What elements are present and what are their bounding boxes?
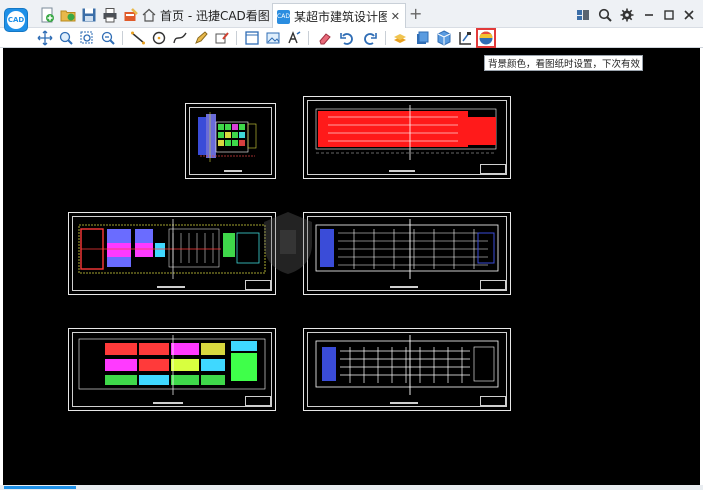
search-zoom-icon[interactable] [596, 6, 614, 24]
drawing-sheet[interactable] [303, 212, 511, 295]
tab-drawing-label: 某超市建筑设计图.... [293, 10, 387, 24]
save-icon[interactable] [80, 6, 98, 24]
print-icon[interactable] [101, 6, 119, 24]
open-file-icon[interactable] [59, 6, 77, 24]
watermark-logo [264, 212, 312, 274]
toolbar [0, 28, 703, 48]
maximize-icon[interactable] [660, 6, 678, 24]
tab-drawing[interactable]: CAD 某超市建筑设计图.... ✕ [272, 3, 406, 29]
close-icon[interactable] [680, 6, 698, 24]
floor-plan [315, 335, 499, 395]
text-edit-icon[interactable] [213, 29, 231, 47]
app-logo-text: CAD [7, 11, 25, 29]
toolbar-separator [308, 31, 309, 45]
zoom-previous-icon[interactable] [99, 29, 117, 47]
image-icon[interactable] [264, 29, 282, 47]
minimize-icon[interactable] [640, 6, 658, 24]
app-logo: CAD [4, 8, 28, 32]
drawing-sheet[interactable] [68, 328, 276, 411]
add-tab-button[interactable]: + [409, 5, 422, 23]
background-color-button[interactable] [476, 28, 496, 48]
gear-icon[interactable] [618, 6, 636, 24]
zoom-window-icon[interactable] [57, 29, 75, 47]
background-color-tooltip: 背景颜色，看图纸时设置，下次有效 [484, 55, 643, 71]
text-style-icon[interactable] [285, 29, 303, 47]
floor-plan [78, 335, 266, 395]
status-strip [0, 485, 703, 490]
undo-icon[interactable] [338, 29, 356, 47]
cad-file-icon: CAD [277, 9, 290, 24]
floor-plan [198, 112, 257, 162]
background-color-icon [479, 31, 493, 45]
pan-icon[interactable] [36, 29, 54, 47]
drawing-sheet[interactable] [185, 103, 276, 179]
screen-icon[interactable] [574, 6, 592, 24]
eraser-icon[interactable] [316, 29, 334, 47]
layer-icon[interactable] [391, 29, 409, 47]
measure-icon[interactable] [456, 29, 474, 47]
layout-icon[interactable] [243, 29, 261, 47]
line-icon[interactable] [129, 29, 147, 47]
toolbar-separator [122, 31, 123, 45]
drawing-canvas[interactable] [3, 48, 700, 485]
home-icon [142, 8, 156, 22]
toolbar-separator [236, 31, 237, 45]
redo-icon[interactable] [361, 29, 379, 47]
circle-icon[interactable] [150, 29, 168, 47]
drawing-sheet[interactable] [68, 212, 276, 295]
clear-icon[interactable] [122, 6, 140, 24]
floor-plan [315, 105, 497, 160]
floor-plan [315, 219, 499, 279]
floor-plan [78, 219, 266, 279]
toolbar-separator [385, 31, 386, 45]
tab-home[interactable]: 首页 - 迅捷CAD看图 [141, 4, 270, 26]
polyline-icon[interactable] [171, 29, 189, 47]
drawing-sheet[interactable] [303, 328, 511, 411]
title-bar: 首页 - 迅捷CAD看图 CAD 某超市建筑设计图.... ✕ + [0, 0, 703, 29]
pen-icon[interactable] [192, 29, 210, 47]
block-icon[interactable] [413, 29, 431, 47]
3d-view-icon[interactable] [435, 29, 453, 47]
zoom-extents-icon[interactable] [78, 29, 96, 47]
drawing-sheet[interactable] [303, 96, 511, 179]
tab-close-icon[interactable]: ✕ [391, 10, 400, 23]
tab-home-label: 首页 - 迅捷CAD看图 [160, 8, 270, 23]
new-file-icon[interactable] [38, 6, 56, 24]
